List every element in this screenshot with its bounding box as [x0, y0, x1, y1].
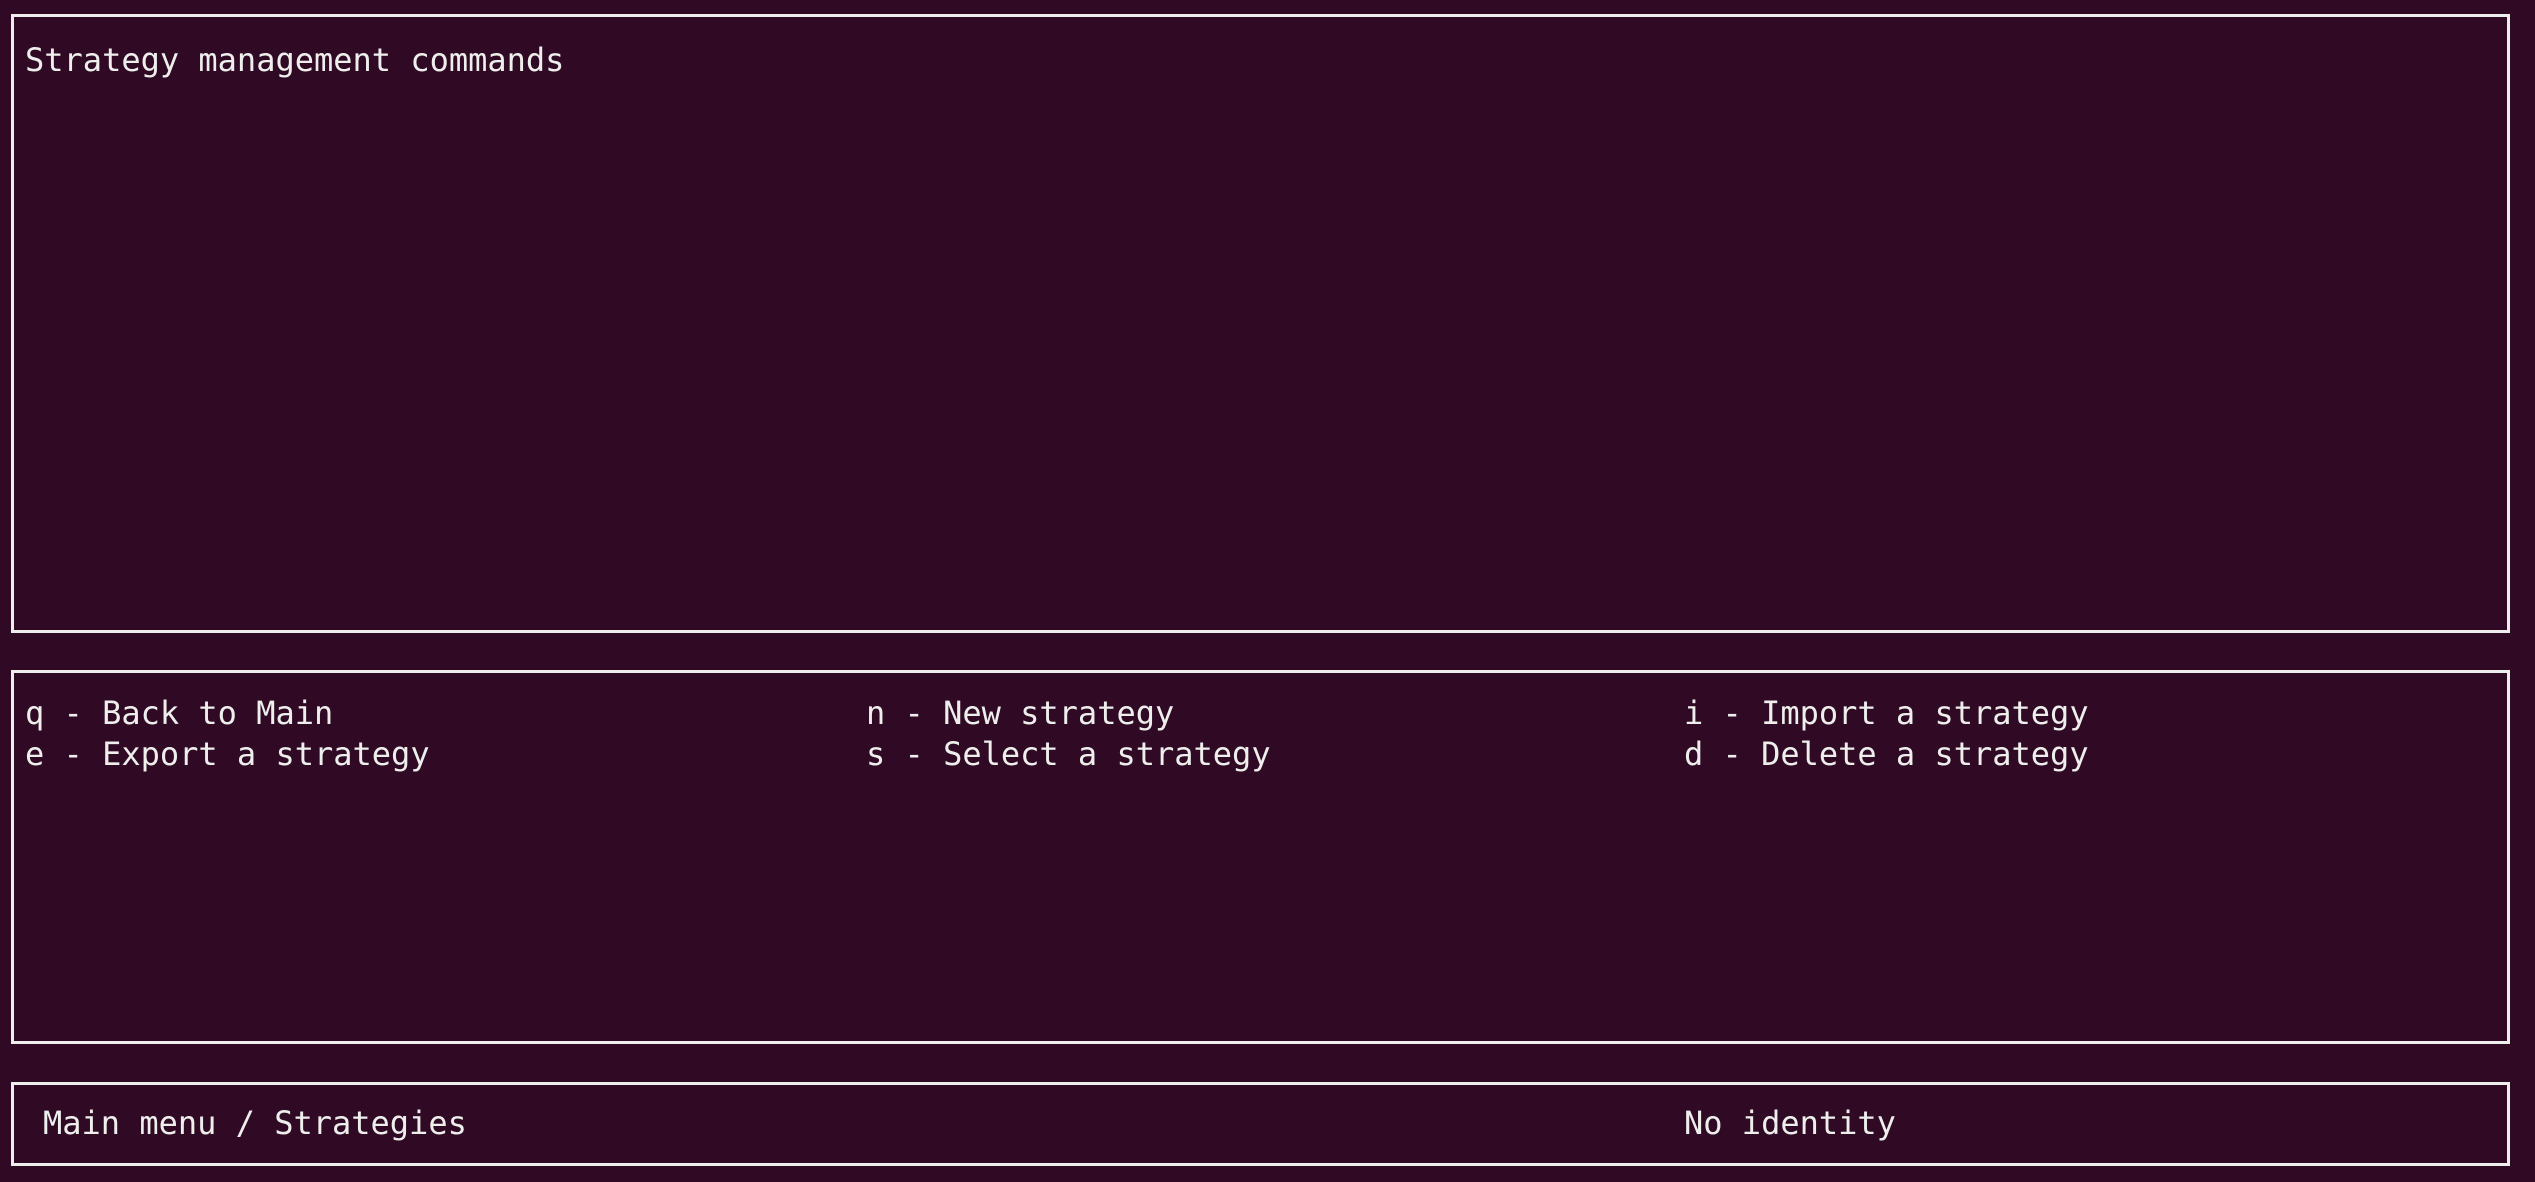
command-import-strategy[interactable]: i - Import a strategy [1684, 692, 2089, 734]
breadcrumb: Main menu / Strategies [43, 1104, 467, 1142]
status-bar: Main menu / Strategies No identity [11, 1082, 2510, 1166]
command-back-to-main[interactable]: q - Back to Main [25, 692, 333, 734]
info-panel-title: Strategy management commands [25, 41, 565, 79]
info-panel: Strategy management commands [11, 14, 2510, 633]
command-new-strategy[interactable]: n - New strategy [866, 692, 1174, 734]
command-select-strategy[interactable]: s - Select a strategy [866, 733, 1271, 775]
identity-status: No identity [1684, 1104, 1896, 1142]
command-export-strategy[interactable]: e - Export a strategy [25, 733, 430, 775]
command-delete-strategy[interactable]: d - Delete a strategy [1684, 733, 2089, 775]
command-panel: q - Back to Main n - New strategy i - Im… [11, 670, 2510, 1044]
